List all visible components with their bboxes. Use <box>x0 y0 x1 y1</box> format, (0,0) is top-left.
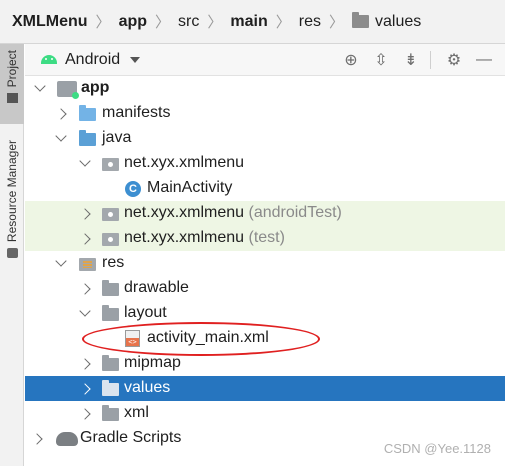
chevron-down-icon <box>130 56 141 63</box>
chevron-right-icon[interactable] <box>79 283 91 295</box>
locate-icon[interactable]: ⊕ <box>338 47 364 73</box>
chevron-right-icon[interactable] <box>79 408 91 420</box>
breadcrumb-item-values-label: values <box>374 12 422 30</box>
chevron-down-icon[interactable] <box>79 305 91 317</box>
breadcrumb-separator: 〉 <box>207 14 223 31</box>
chevron-right-icon[interactable] <box>79 383 91 395</box>
view-selector[interactable]: Android <box>25 44 141 76</box>
module-folder-icon <box>57 81 79 99</box>
tree-row-manifests[interactable]: manifests <box>25 101 505 126</box>
breadcrumb-item-src[interactable]: src <box>178 13 199 31</box>
chevron-right-icon[interactable] <box>79 233 91 245</box>
folder-icon <box>102 305 119 321</box>
toolbar-divider <box>430 51 431 69</box>
folder-icon <box>102 405 119 421</box>
tree-row-package-main[interactable]: net.xyx.xmlmenu <box>25 151 505 176</box>
package-icon <box>102 158 119 171</box>
project-toolbar: Android ⊕ ⇳ ⇟ ⚙ — <box>25 44 505 76</box>
tree-row-mainactivity[interactable]: C MainActivity <box>25 176 505 201</box>
tree-row-java[interactable]: java <box>25 126 505 151</box>
breadcrumb-item-app[interactable]: app <box>119 13 147 31</box>
project-tab-label: Project <box>5 50 19 88</box>
tree-row-label: manifests <box>102 104 171 121</box>
chevron-down-icon[interactable] <box>55 130 67 142</box>
class-icon: C <box>125 181 141 197</box>
gradle-icon <box>56 432 78 446</box>
res-folder-icon <box>79 258 96 271</box>
resource-manager-icon <box>6 248 18 259</box>
highlight-oval-annotation <box>82 322 320 356</box>
expand-all-icon[interactable]: ⇳ <box>368 47 394 73</box>
folder-icon <box>102 280 119 296</box>
project-tree: app manifests java net.xyx.xmlmenu C Mai… <box>25 76 505 451</box>
breadcrumb-separator: 〉 <box>275 14 291 31</box>
chevron-right-icon[interactable] <box>55 108 67 120</box>
tree-row-mipmap[interactable]: mipmap <box>25 351 505 376</box>
resource-manager-tab-label: Resource Manager <box>5 140 19 243</box>
tree-row-label: net.xyx.xmlmenu <box>124 154 245 171</box>
tree-row-xml[interactable]: xml <box>25 401 505 426</box>
tree-row-label: drawable <box>124 279 189 296</box>
tree-row-values[interactable]: values <box>25 376 505 401</box>
tree-row-label: values <box>124 379 171 396</box>
package-icon <box>102 208 119 221</box>
minimize-icon[interactable]: — <box>471 47 497 73</box>
package-icon <box>102 233 119 246</box>
tree-row-label: layout <box>124 304 167 321</box>
tree-row-label: net.xyx.xmlmenu (androidTest) <box>124 204 342 221</box>
tree-row-label: app <box>81 79 110 96</box>
breadcrumb: XMLMenu 〉 app 〉 src 〉 main 〉 res 〉 value… <box>0 0 505 44</box>
folder-icon <box>102 380 119 396</box>
folder-icon <box>102 355 119 371</box>
breadcrumb-item-values[interactable]: values <box>351 12 422 31</box>
gear-icon[interactable]: ⚙ <box>441 47 467 73</box>
tree-row-res[interactable]: res <box>25 251 505 276</box>
project-icon <box>6 93 18 104</box>
tree-row-label: mipmap <box>124 354 181 371</box>
breadcrumb-item-xmlmenu[interactable]: XMLMenu <box>12 13 88 31</box>
breadcrumb-separator: 〉 <box>328 14 344 31</box>
folder-icon <box>351 12 369 28</box>
breadcrumb-separator: 〉 <box>155 14 171 31</box>
tree-row-suffix: (test) <box>248 229 285 246</box>
tree-row-label: xml <box>124 404 149 421</box>
tree-row-suffix: (androidTest) <box>248 204 342 221</box>
android-icon <box>41 55 57 64</box>
collapse-all-icon[interactable]: ⇟ <box>398 47 424 73</box>
tree-row-drawable[interactable]: drawable <box>25 276 505 301</box>
tree-row-label: res <box>102 254 125 271</box>
chevron-right-icon[interactable] <box>31 433 43 445</box>
tree-row-package-androidtest[interactable]: net.xyx.xmlmenu (androidTest) <box>25 201 505 226</box>
tree-row-label: net.xyx.xmlmenu (test) <box>124 229 285 246</box>
tree-row-label: MainActivity <box>147 179 233 196</box>
chevron-right-icon[interactable] <box>79 358 91 370</box>
breadcrumb-item-main[interactable]: main <box>230 13 267 31</box>
watermark: CSDN @Yee.1128 <box>383 441 491 456</box>
tree-row-label: java <box>102 129 132 146</box>
chevron-down-icon[interactable] <box>34 80 46 92</box>
tree-row-app[interactable]: app <box>25 76 505 101</box>
chevron-down-icon[interactable] <box>55 255 67 267</box>
tree-row-label: Gradle Scripts <box>80 429 182 446</box>
chevron-down-icon[interactable] <box>79 155 91 167</box>
java-folder-icon <box>79 130 96 146</box>
tree-row-layout[interactable]: layout <box>25 301 505 326</box>
resource-manager-tool-tab[interactable]: Resource Manager <box>0 140 24 270</box>
toolbar-actions: ⊕ ⇳ ⇟ ⚙ — <box>334 44 497 76</box>
chevron-right-icon[interactable] <box>79 208 91 220</box>
tool-window-strip: Project Resource Manager <box>0 44 24 466</box>
folder-icon <box>79 105 96 121</box>
view-selector-label: Android <box>65 50 121 68</box>
tree-row-package-test[interactable]: net.xyx.xmlmenu (test) <box>25 226 505 251</box>
project-tool-tab[interactable]: Project <box>0 44 24 124</box>
breadcrumb-item-res[interactable]: res <box>299 13 321 31</box>
breadcrumb-separator: 〉 <box>95 14 111 31</box>
